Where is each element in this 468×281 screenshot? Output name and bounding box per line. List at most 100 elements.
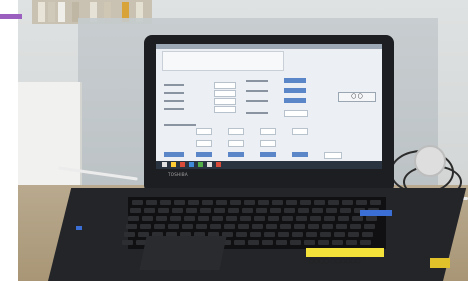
keyboard-key [264,232,275,237]
form-field [284,110,308,117]
taskbar-icon[interactable] [207,162,212,167]
keyboard-key [156,216,167,221]
keyboard-key [314,200,325,205]
keyboard-key [298,208,309,213]
keyboard-key [338,216,349,221]
keyboard-key [262,240,273,245]
taskbar-icon[interactable] [162,162,167,167]
keyboard-key [144,208,155,213]
keyboard-key [160,200,171,205]
photo-scene: 〇 〇 TOSHIBA 〇〇〇〇 〇〇〇〇〇〇 [18,0,468,281]
keyboard-key [360,240,371,245]
keyboard-key [280,224,291,229]
keyboard-key [352,216,363,221]
keyboard-key [142,216,153,221]
taskbar-icon[interactable] [216,162,221,167]
form-field-blue [228,152,244,157]
keyboard-key [236,232,247,237]
form-label [246,112,268,114]
keyboard-key [366,216,377,221]
keyboard-key [126,224,137,229]
keyboard-key [290,240,301,245]
keyboard-key [158,208,169,213]
keyboard-key [122,240,133,245]
keyboard-key [282,216,293,221]
laptop-screen: 〇 〇 [156,44,382,169]
form-label [246,90,268,92]
form-field [214,82,236,89]
keyboard-key [168,224,179,229]
keyboard-key [278,232,289,237]
keyboard-key [154,224,165,229]
form-label [164,108,184,110]
keyboard-key [242,208,253,213]
keyboard-key [306,232,317,237]
keyboard-key [326,208,337,213]
form-field-blue [284,88,306,93]
form-field-blue [196,152,212,157]
form-field [214,106,236,113]
keyboard-key [268,216,279,221]
keyboard-key [292,232,303,237]
form-label [164,84,184,86]
keyboard-key [266,224,277,229]
form-label [164,92,184,94]
form-field [324,152,342,159]
keyboard-key [198,216,209,221]
keyboard-key [210,224,221,229]
keyboard-key [200,208,211,213]
form-field [214,98,236,105]
taskbar-icon[interactable] [198,162,203,167]
taskbar-icon[interactable] [171,162,176,167]
form-field [228,128,244,135]
blue-sticker [360,210,392,216]
form-button[interactable]: 〇 〇 [338,92,376,102]
keyboard-key [322,224,333,229]
keyboard-key [258,200,269,205]
touchpad [139,236,227,270]
keyboard-key [216,200,227,205]
keyboard-key [296,216,307,221]
keyboard-key [272,200,283,205]
keyboard-key [270,208,281,213]
keyboard-key [324,216,335,221]
keyboard-key [224,224,235,229]
blue-sticker [76,226,82,230]
keyboard-key [146,200,157,205]
form-field [228,140,244,147]
keyboard-key [230,200,241,205]
form-field [196,140,212,147]
taskbar-icon[interactable] [189,162,194,167]
keyboard-key [364,224,375,229]
keyboard-key [312,208,323,213]
keyboard-key [250,232,261,237]
keyboard-key [186,208,197,213]
keyboard-key [130,208,141,213]
keyboard-key [346,240,357,245]
windows-taskbar [156,161,382,169]
keyboard-key [248,240,259,245]
keyboard-key [252,224,263,229]
taskbar-icon[interactable] [180,162,185,167]
keyboard-key [350,224,361,229]
keyboard-key [254,216,265,221]
keyboard-key [132,200,143,205]
keyboard-key [184,216,195,221]
keyboard-key [332,240,343,245]
form-label [164,100,184,102]
keyboard-key [234,240,245,245]
form-header [162,51,284,71]
keyboard-key [284,208,295,213]
keyboard-key [128,216,139,221]
keyboard-key [244,200,255,205]
keyboard-key [336,224,347,229]
keyboard-key [318,240,329,245]
form-field-blue [260,152,276,157]
keyboard-key [340,208,351,213]
keyboard-key [240,216,251,221]
keyboard-key [124,232,135,237]
form-label [246,80,268,82]
sticker-text: 〇〇〇〇 〇〇〇〇〇〇 [309,259,361,265]
keyboard-key [174,200,185,205]
form-field [196,128,212,135]
